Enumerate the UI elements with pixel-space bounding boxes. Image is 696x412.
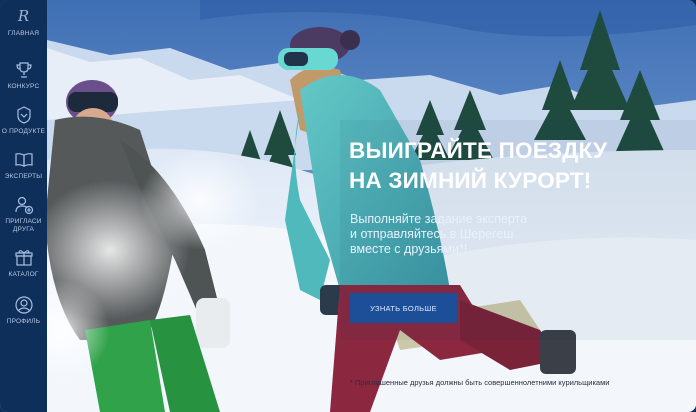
invite-friend-icon (14, 196, 33, 215)
sidebar-item-product[interactable]: О ПРОДУКТЕ (0, 105, 47, 136)
product-badge-icon (16, 106, 31, 124)
gift-icon (14, 250, 33, 266)
hero-footnote: * Приглашенные друзья должны быть соверш… (350, 378, 610, 387)
sidebar-item-label-line2: ДРУГА (12, 226, 35, 233)
hero-subtext-line1: Выполняйте задание эксперта (350, 212, 528, 226)
logo-r-icon: R (17, 7, 30, 25)
hero-subtext: Выполняйте задание эксперта и отправляйт… (350, 212, 590, 257)
sidebar-item-label: КОНКУРС (7, 83, 40, 90)
hero-subtext-line2: и отправляйтесь в Шерегеш (350, 227, 514, 241)
sidebar-item-label: ЭКСПЕРТЫ (4, 173, 43, 180)
trophy-icon (15, 62, 32, 78)
learn-more-button[interactable]: УЗНАТЬ БОЛЬШЕ (350, 293, 457, 323)
hero-background-image (0, 0, 696, 412)
hero-subtext-line3: вместе с друзьями*! (350, 242, 468, 256)
sidebar-item-profile[interactable]: ПРОФИЛЬ (0, 295, 47, 326)
hero-headline-line1: ВЫИГРАЙТЕ ПОЕЗДКУ (349, 138, 608, 163)
sidebar-item-home[interactable]: R ГЛАВНАЯ (0, 8, 47, 48)
sidebar-item-invite-friend[interactable]: ПРИГЛАСИ ДРУГА (0, 195, 47, 234)
sidebar-item-experts[interactable]: ЭКСПЕРТЫ (0, 150, 47, 181)
sidebar-item-label: КАТАЛОГ (8, 271, 39, 278)
sidebar-item-label-line1: ПРИГЛАСИ (5, 218, 42, 225)
hero-headline-line2: НА ЗИМНИЙ КУРОРТ! (349, 168, 592, 193)
app-frame: R ГЛАВНАЯ КОНКУРС О ПРОДУКТЕ ЭКСПЕРТЫ ПР… (0, 0, 696, 412)
hero-headline: ВЫИГРАЙТЕ ПОЕЗДКУ НА ЗИМНИЙ КУРОРТ! (349, 136, 679, 196)
book-icon (14, 153, 33, 167)
sidebar-item-label: ГЛАВНАЯ (7, 30, 40, 37)
sidebar-item-label: О ПРОДУКТЕ (1, 128, 46, 135)
sidebar-nav: R ГЛАВНАЯ КОНКУРС О ПРОДУКТЕ ЭКСПЕРТЫ ПР… (0, 0, 47, 412)
sidebar-item-label: ПРОФИЛЬ (6, 318, 41, 325)
hero-banner (0, 0, 696, 412)
sidebar-item-catalog[interactable]: КАТАЛОГ (0, 248, 47, 279)
user-icon (14, 296, 33, 314)
sidebar-item-contest[interactable]: КОНКУРС (0, 60, 47, 91)
